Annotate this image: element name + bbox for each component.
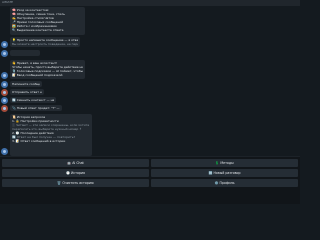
message-line: Отправить ответ на вопрос <box>12 90 42 94</box>
message-bubble: 👋 Привет, я ваш ассистент! Чтобы начать,… <box>10 60 85 79</box>
message-bubble: 🔄 Сменить контекст — начать заново <box>10 97 56 103</box>
keyboard-button-label: AI Chat <box>72 161 84 165</box>
chat-history[interactable]: 🧠 Уход за контекстом: 🧠 Обнуление, смена… <box>0 6 300 156</box>
message-bubble: 📜 История запросов 1. 🔒 Настройки приват… <box>10 114 92 156</box>
message-line: 📎 Новый ответ придет: "?" — "Еще?" <box>12 106 60 110</box>
keyboard-button-methods[interactable]: 💲Методы <box>151 159 298 167</box>
reply-keyboard: 🤖AI Chat 💲Методы 🕘История 🆕Новый разгово… <box>0 156 300 204</box>
keyboard-button-label: История <box>71 171 85 175</box>
keyboard-button-label: Новый разговор <box>213 171 241 175</box>
keyboard-button-clear-history[interactable]: 🗑️Очистить историю <box>2 179 149 187</box>
bot-avatar <box>1 81 8 88</box>
app-title: AIMATE <box>2 0 14 4</box>
keyboard-button-ai-chat[interactable]: 🤖AI Chat <box>2 159 149 167</box>
user-avatar <box>1 89 8 96</box>
bot-avatar <box>1 41 8 48</box>
message-bubble: 🤖 AI Chat <box>10 50 40 66</box>
keyboard-button-new-chat[interactable]: 🆕Новый разговор <box>151 169 298 177</box>
keyboard-button-label: Методы <box>220 161 234 165</box>
keyboard-button-label: Очистить историю <box>62 181 94 185</box>
user-avatar <box>1 105 8 112</box>
clock-icon: 🕘 <box>66 171 70 175</box>
keyboard-button-history[interactable]: 🕘История <box>2 169 149 177</box>
message-bubble: Отправить ответ на вопрос <box>10 89 44 95</box>
message-line: 🔍 Выделение контекста ответа <box>12 28 64 32</box>
message-bubble: 🧠 Уход за контекстом: 🧠 Обнуление, смена… <box>10 7 85 35</box>
bot-avatar <box>1 50 8 57</box>
message-bubble: Напишите сообщение ↑ 30 <box>10 81 42 87</box>
message-line: 📝 Ввод сообщений подсказкой <box>12 73 63 77</box>
new-icon: 🆕 <box>208 171 213 175</box>
bot-avatar <box>1 97 8 104</box>
message-bubble: 💡 Просто напишите сообщение — я отвечу и… <box>10 37 80 47</box>
robot-icon: 🤖 <box>67 161 72 165</box>
bot-avatar <box>1 148 8 155</box>
message-line: Вы можете настроить поведение, не переда… <box>12 42 78 46</box>
keyboard-button-profile[interactable]: ⚙️Профиль <box>151 179 298 187</box>
gear-icon: ⚙️ <box>214 181 219 185</box>
message-line: 3. 📝 Ответ сообщений в истории <box>12 139 66 143</box>
message-line: 🔄 Сменить контекст — начать заново <box>12 98 54 102</box>
bot-avatar <box>1 72 8 79</box>
trash-icon: 🗑️ <box>57 181 62 185</box>
dollar-icon: 💲 <box>215 161 220 165</box>
message-bubble: 📎 Новый ответ придет: "?" — "Еще?" <box>10 105 62 111</box>
keyboard-button-label: Профиль <box>219 181 235 185</box>
message-line: Напишите сообщение ↑ 30 <box>12 82 40 86</box>
